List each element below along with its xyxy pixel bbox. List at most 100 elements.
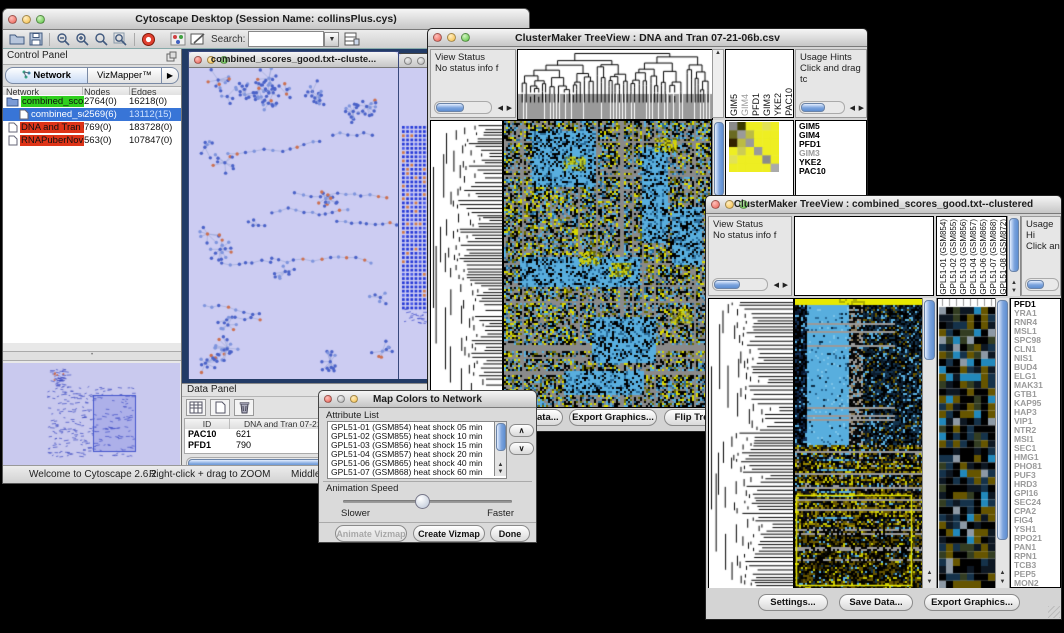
search-dropdown-button[interactable]: ▼ bbox=[324, 32, 339, 47]
open-file-icon[interactable] bbox=[9, 32, 25, 46]
gene-label[interactable]: RNR4 bbox=[1014, 318, 1060, 327]
done-button[interactable]: Done bbox=[490, 525, 530, 542]
gene-label[interactable]: PAC10 bbox=[799, 167, 866, 176]
hscroll-thumb[interactable] bbox=[801, 103, 825, 112]
gene-label[interactable]: SPC98 bbox=[1014, 336, 1060, 345]
move-up-button[interactable]: ∧ bbox=[509, 424, 534, 437]
tv2-zoom-vscrollbar[interactable]: ▲ ▼ bbox=[995, 298, 1010, 588]
gene-label[interactable]: NTR2 bbox=[1014, 426, 1060, 435]
annotation-icon[interactable] bbox=[190, 32, 206, 46]
minimize-button[interactable] bbox=[447, 33, 456, 42]
tv1-heatmap[interactable] bbox=[503, 120, 712, 408]
minimize-button[interactable] bbox=[207, 56, 215, 64]
move-down-button[interactable]: ∨ bbox=[509, 442, 534, 455]
gene-label[interactable]: GPI16 bbox=[1014, 489, 1060, 498]
network-row-selected[interactable]: combined_sco 2569(6) 13112(15) bbox=[3, 108, 181, 121]
vscroll-thumb[interactable] bbox=[496, 423, 506, 451]
settings-button[interactable]: Settings... bbox=[758, 594, 828, 611]
tv1-col-scroll-strip[interactable]: ▲ bbox=[712, 49, 724, 118]
scroll-right-arrow[interactable]: ▶ bbox=[859, 103, 864, 114]
close-button[interactable] bbox=[404, 57, 412, 65]
tv1-column-dendrogram[interactable] bbox=[517, 49, 713, 120]
help-lifering-icon[interactable] bbox=[141, 32, 156, 47]
tv1-zoom-heatmap[interactable] bbox=[729, 122, 779, 172]
tv2-column-dendrogram[interactable] bbox=[794, 216, 934, 296]
close-button[interactable] bbox=[433, 33, 442, 42]
vscroll-thumb[interactable] bbox=[714, 122, 724, 196]
vizmapper-icon[interactable] bbox=[170, 32, 186, 46]
tv2-heatmap[interactable] bbox=[794, 298, 924, 590]
tv2-status-hscrollbar[interactable] bbox=[712, 278, 768, 291]
scroll-down-arrow[interactable]: ▼ bbox=[996, 579, 1009, 585]
export-graphics-button[interactable]: Export Graphics... bbox=[924, 594, 1020, 611]
gene-label[interactable]: VIP1 bbox=[1014, 417, 1060, 426]
gene-label[interactable]: CPA2 bbox=[1014, 507, 1060, 516]
tab-overflow-arrow[interactable]: ▶ bbox=[162, 67, 179, 84]
scroll-up-arrow[interactable]: ▲ bbox=[996, 570, 1009, 576]
gene-label[interactable]: PHO81 bbox=[1014, 462, 1060, 471]
export-graphics-button[interactable]: Export Graphics... bbox=[569, 409, 657, 426]
gene-label[interactable]: ELG1 bbox=[1014, 372, 1060, 381]
scroll-left-arrow[interactable]: ◀ bbox=[774, 280, 779, 291]
gene-label[interactable]: MSI1 bbox=[1014, 435, 1060, 444]
zoom-fit-icon[interactable] bbox=[94, 32, 109, 47]
vscroll-thumb[interactable] bbox=[997, 300, 1008, 540]
select-attributes-icon[interactable] bbox=[186, 399, 206, 416]
scroll-up-arrow[interactable]: ▲ bbox=[713, 50, 723, 56]
zoom-button[interactable] bbox=[350, 395, 358, 403]
scroll-up-arrow[interactable]: ▲ bbox=[1008, 280, 1020, 286]
close-button[interactable] bbox=[324, 395, 332, 403]
zoom-button[interactable] bbox=[220, 56, 228, 64]
zoom-selected-icon[interactable] bbox=[113, 32, 128, 47]
scroll-right-arrow[interactable]: ▶ bbox=[507, 103, 512, 114]
float-panel-icon[interactable] bbox=[166, 51, 177, 62]
scroll-left-arrow[interactable]: ◀ bbox=[498, 103, 503, 114]
gene-label[interactable]: RPN1 bbox=[1014, 552, 1060, 561]
zoom-button[interactable] bbox=[739, 200, 748, 209]
scroll-down-arrow[interactable]: ▼ bbox=[923, 579, 936, 585]
gene-label[interactable]: PUF3 bbox=[1014, 471, 1060, 480]
speed-slider-thumb[interactable] bbox=[415, 494, 430, 509]
scroll-right-arrow[interactable]: ▶ bbox=[783, 280, 788, 291]
treeview2-titlebar[interactable]: ClusterMaker TreeView : combined_scores_… bbox=[706, 196, 1061, 214]
tv2-vscrollbar[interactable]: ▲ ▼ bbox=[922, 298, 937, 588]
gene-label[interactable]: NIS1 bbox=[1014, 354, 1060, 363]
minimize-button[interactable] bbox=[22, 15, 31, 24]
gene-label[interactable]: PEP5 bbox=[1014, 570, 1060, 579]
panel-splitter[interactable]: • bbox=[3, 351, 181, 361]
zoom-in-icon[interactable] bbox=[75, 32, 90, 47]
network-window-titlebar[interactable]: combined_scores_good.txt--cluste... bbox=[189, 52, 398, 68]
gene-label[interactable]: GIM4 bbox=[799, 131, 866, 140]
close-button[interactable] bbox=[8, 15, 17, 24]
scroll-down-arrow[interactable]: ▼ bbox=[1008, 288, 1020, 294]
animate-vizmap-button[interactable]: Animate Vizmap bbox=[335, 525, 407, 542]
tab-vizmapper[interactable]: VizMapper™ bbox=[88, 67, 162, 84]
attribute-item[interactable]: GPL51-02 (GSM855) heat shock 10 min bbox=[331, 432, 506, 441]
gene-label[interactable]: YKE2 bbox=[799, 158, 866, 167]
gene-label[interactable]: HAP3 bbox=[1014, 408, 1060, 417]
minimize-button[interactable] bbox=[725, 200, 734, 209]
gene-label[interactable]: MON2 bbox=[1014, 579, 1060, 588]
gene-label[interactable]: GIM5 bbox=[799, 122, 866, 131]
gene-label[interactable]: KAP95 bbox=[1014, 399, 1060, 408]
save-data-button[interactable]: Save Data... bbox=[839, 594, 913, 611]
gene-label[interactable]: YSH1 bbox=[1014, 525, 1060, 534]
save-icon[interactable] bbox=[29, 32, 43, 46]
attribute-item[interactable]: GPL51-03 (GSM856) heat shock 15 min bbox=[331, 441, 506, 450]
tv2-collabel-vscrollbar[interactable]: ▲ ▼ bbox=[1007, 216, 1021, 296]
resize-grip[interactable] bbox=[1048, 606, 1060, 618]
delete-attribute-icon[interactable] bbox=[234, 399, 254, 416]
minimize-button[interactable] bbox=[337, 395, 345, 403]
treeview1-titlebar[interactable]: ClusterMaker TreeView : DNA and Tran 07-… bbox=[428, 29, 867, 47]
vscroll-thumb[interactable] bbox=[1009, 218, 1019, 272]
gene-label[interactable]: SEC1 bbox=[1014, 444, 1060, 453]
zoom-button[interactable] bbox=[36, 15, 45, 24]
search-input[interactable] bbox=[248, 31, 324, 47]
gene-label[interactable]: MSL1 bbox=[1014, 327, 1060, 336]
tab-network[interactable]: Network bbox=[5, 67, 88, 84]
gene-label[interactable]: TCB3 bbox=[1014, 561, 1060, 570]
vscroll-thumb[interactable] bbox=[924, 300, 935, 360]
gene-label[interactable]: GTB1 bbox=[1014, 390, 1060, 399]
minimize-button[interactable] bbox=[417, 57, 425, 65]
gene-label[interactable]: SEC24 bbox=[1014, 498, 1060, 507]
